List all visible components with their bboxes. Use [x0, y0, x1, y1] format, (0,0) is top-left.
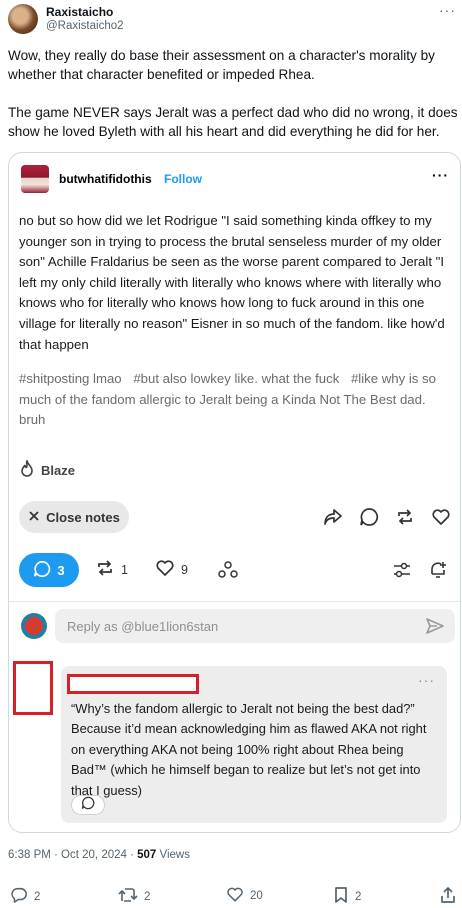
- community-icon[interactable]: [217, 559, 239, 581]
- heart-icon: [155, 559, 175, 580]
- tweet-text: Wow, they really do base their assessmen…: [8, 46, 460, 141]
- redacted-avatar: [13, 661, 53, 715]
- like-count: 20: [250, 890, 263, 902]
- author-avatar[interactable]: [8, 4, 38, 34]
- follow-button[interactable]: Follow: [164, 172, 202, 186]
- author-name[interactable]: Raxistaicho: [46, 5, 113, 19]
- tumblr-post-header: butwhatifidothis Follow ···: [21, 165, 449, 193]
- tag-item[interactable]: #but also lowkey like. what the fuck: [133, 371, 339, 386]
- comment-text: “Why’s the fandom allergic to Jeralt not…: [71, 701, 427, 798]
- reply-icon: [10, 886, 28, 907]
- tweet-timestamp[interactable]: 6:38 PM · Oct 20, 2024 ·: [8, 849, 137, 861]
- tumblr-avatar[interactable]: [21, 165, 49, 193]
- reply-row: [19, 609, 455, 643]
- close-icon: [28, 510, 40, 525]
- notes-count: 3: [57, 562, 65, 578]
- likes-count-button[interactable]: 9: [155, 559, 188, 580]
- blaze-button[interactable]: Blaze: [19, 458, 75, 481]
- reply-icon: [81, 796, 95, 815]
- reblog-icon[interactable]: [394, 506, 416, 528]
- likes-count: 9: [181, 562, 188, 577]
- user-avatar[interactable]: [21, 613, 47, 639]
- tumblr-post-text: no but so how did we let Rodrigue "I sai…: [19, 213, 445, 352]
- author-handle[interactable]: @Raxistaicho2: [46, 20, 124, 32]
- reply-count: 2: [34, 890, 41, 903]
- tweet-paragraph: Wow, they really do base their assessmen…: [8, 48, 435, 82]
- send-icon[interactable]: [425, 616, 445, 636]
- tumblr-post-actions: [322, 506, 452, 528]
- views-label: Views: [156, 849, 190, 861]
- tweet-meta: 6:38 PM · Oct 20, 2024 · 507 Views: [8, 849, 190, 861]
- filter-icon[interactable]: [391, 559, 413, 581]
- blaze-label: Blaze: [41, 463, 75, 478]
- tweet-action-bar: 2 2 20 2: [0, 884, 462, 906]
- divider: [9, 601, 460, 602]
- tweet-paragraph: The game NEVER says Jeralt was a perfect…: [8, 105, 458, 139]
- reblogs-count: 1: [121, 562, 128, 577]
- reply-button[interactable]: 2: [10, 886, 40, 907]
- redacted-username: [67, 674, 199, 694]
- reply-input[interactable]: [55, 609, 395, 643]
- comment-reply-button[interactable]: [71, 795, 105, 815]
- flame-icon: [19, 458, 35, 481]
- tag-item[interactable]: #shitposting lmao: [19, 371, 122, 386]
- reply-box: [55, 609, 455, 643]
- like-button[interactable]: 20: [226, 886, 263, 906]
- notes-count-button[interactable]: 3: [19, 553, 79, 587]
- reblog-icon: [95, 559, 115, 580]
- bookmark-button[interactable]: 2: [333, 886, 361, 907]
- views-count: 507: [137, 849, 157, 861]
- heart-icon[interactable]: [430, 506, 452, 528]
- more-horizontal-icon[interactable]: ···: [418, 672, 435, 688]
- heart-icon: [226, 886, 244, 906]
- reply-comment: ··· “Why’s the fandom allergic to Jeralt…: [61, 666, 447, 823]
- share-icon[interactable]: [322, 506, 344, 528]
- share-icon: [440, 886, 456, 907]
- notification-add-icon[interactable]: [427, 559, 449, 581]
- bookmark-count: 2: [355, 890, 362, 903]
- more-horizontal-icon[interactable]: ···: [432, 167, 449, 183]
- tumblr-username[interactable]: butwhatifidothis: [59, 172, 152, 186]
- close-notes-label: Close notes: [46, 509, 120, 525]
- reblogs-count-button[interactable]: 1: [95, 559, 128, 580]
- retweet-icon: [118, 886, 138, 907]
- tweet-header: Raxistaicho @Raxistaicho2 ···: [8, 2, 458, 34]
- bookmark-icon: [333, 886, 349, 907]
- notes-bar: 3 1 9: [9, 551, 460, 593]
- retweet-count: 2: [144, 890, 151, 903]
- reply-icon[interactable]: [358, 506, 380, 528]
- share-button[interactable]: [440, 886, 456, 907]
- retweet-button[interactable]: 2: [118, 886, 150, 907]
- tumblr-tags: #shitposting lmao #but also lowkey like.…: [19, 369, 451, 431]
- more-horizontal-icon[interactable]: ···: [439, 2, 456, 18]
- close-notes-button[interactable]: Close notes: [19, 501, 129, 533]
- comment-icon: [33, 560, 51, 581]
- embedded-image-card[interactable]: butwhatifidothis Follow ··· no but so ho…: [8, 152, 461, 833]
